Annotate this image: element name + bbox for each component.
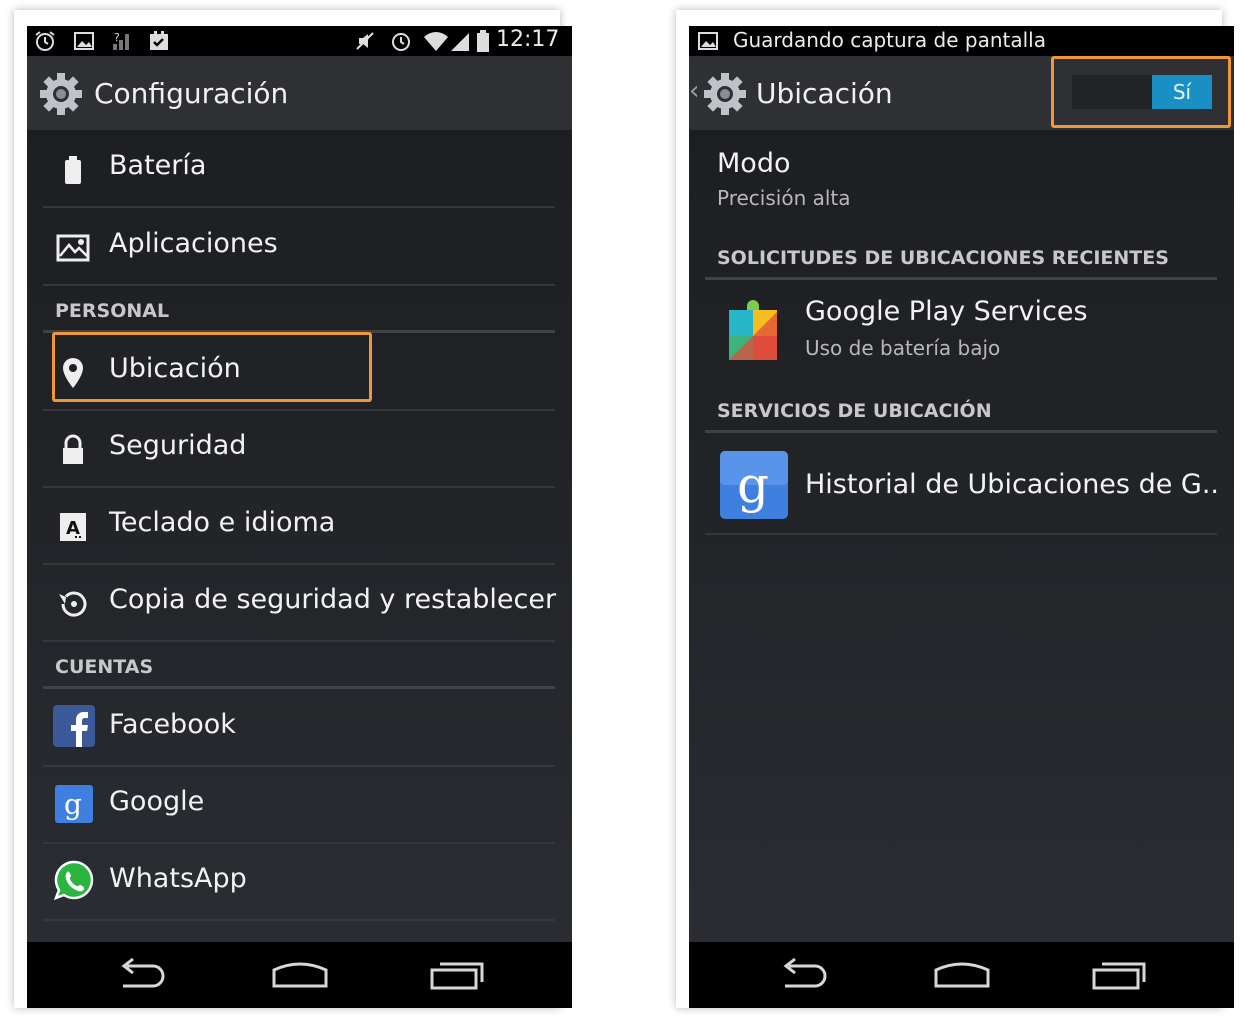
alarm-icon-2 — [392, 33, 410, 51]
no-signal-icon: ? — [113, 31, 129, 50]
recent-request-play-services[interactable]: Google Play Services Uso de batería bajo — [705, 280, 1217, 380]
home-icon[interactable] — [270, 956, 330, 992]
svg-text:g: g — [737, 456, 769, 514]
svg-text:?: ? — [114, 31, 120, 44]
screenshot-image-icon — [698, 32, 718, 50]
settings-item-label: Facebook — [109, 709, 236, 740]
battery-icon — [477, 30, 489, 52]
highlight-box-toggle — [1051, 56, 1231, 128]
facebook-icon — [53, 705, 95, 747]
task-check-icon — [150, 31, 168, 50]
battery-icon — [65, 156, 81, 184]
apps-icon — [56, 234, 90, 262]
wifi-icon — [424, 32, 448, 51]
page-title: Ubicación — [756, 77, 893, 110]
back-caret-icon[interactable]: ‹ — [689, 76, 699, 106]
page-title: Configuración — [94, 77, 289, 110]
settings-item-label: Batería — [109, 150, 207, 181]
settings-item-label: Teclado e idioma — [109, 507, 336, 538]
status-bar: Guardando captura de pantalla — [689, 26, 1234, 56]
back-icon[interactable] — [775, 956, 835, 992]
settings-item-label: Google — [109, 786, 205, 817]
section-header-label: PERSONAL — [55, 300, 170, 322]
svg-text:g: g — [64, 788, 82, 821]
recent-apps-icon[interactable] — [428, 956, 488, 992]
backup-restore-icon — [59, 591, 87, 617]
settings-item-apps[interactable]: Aplicaciones — [43, 208, 555, 286]
phone-frame-right: Guardando captura de pantalla ‹ Ubicació… — [676, 10, 1234, 1008]
gear-icon[interactable] — [703, 72, 747, 116]
service-location-history[interactable]: g Historial de Ubicaciones de G.. — [705, 433, 1219, 535]
settings-item-label: Seguridad — [109, 430, 247, 461]
section-header-label: CUENTAS — [55, 656, 154, 678]
mute-icon — [356, 32, 374, 50]
google-icon: g — [55, 785, 93, 823]
location-screen: Guardando captura de pantalla ‹ Ubicació… — [689, 26, 1234, 1008]
alarm-icon — [35, 31, 55, 51]
settings-item-label: Copia de seguridad y restablecer — [109, 584, 557, 615]
lock-icon — [63, 434, 83, 464]
navigation-bar — [27, 942, 572, 1008]
section-header-services: SERVICIOS DE UBICACIÓN — [705, 386, 1217, 433]
mode-setting[interactable]: Modo Precisión alta — [705, 138, 1217, 222]
status-bar: ? 12:17 — [27, 26, 572, 56]
cell-signal-icon — [451, 33, 469, 51]
settings-item-battery[interactable]: Batería — [43, 130, 555, 208]
status-time: 12:17 — [496, 27, 560, 52]
home-icon[interactable] — [932, 956, 992, 992]
keyboard-language-icon: A — [60, 513, 86, 541]
highlight-box-location — [52, 332, 372, 402]
settings-item-label: WhatsApp — [109, 863, 247, 894]
settings-screen: ? 12:17 Configuración Batería Aplicacion… — [27, 26, 572, 1008]
back-icon[interactable] — [113, 956, 173, 992]
section-header-label: SERVICIOS DE UBICACIÓN — [717, 400, 992, 422]
settings-item-label: Aplicaciones — [109, 228, 278, 259]
section-header-label: SOLICITUDES DE UBICACIONES RECIENTES — [717, 247, 1169, 269]
image-icon — [74, 32, 94, 50]
service-name: Historial de Ubicaciones de G.. — [805, 469, 1219, 500]
app-battery-usage: Uso de batería bajo — [805, 336, 1001, 360]
notification-text: Guardando captura de pantalla — [733, 28, 1046, 52]
action-bar: Configuración — [27, 56, 572, 130]
settings-item-keyboard[interactable]: A Teclado e idioma — [43, 487, 555, 565]
settings-item-backup[interactable]: Copia de seguridad y restablecer — [43, 564, 557, 642]
section-header-recent: SOLICITUDES DE UBICACIONES RECIENTES — [705, 233, 1217, 280]
mode-title: Modo — [717, 148, 791, 179]
settings-item-security[interactable]: Seguridad — [43, 410, 555, 488]
gear-icon[interactable] — [39, 72, 83, 116]
whatsapp-icon — [53, 860, 94, 901]
mode-value: Precisión alta — [717, 186, 851, 210]
app-name: Google Play Services — [805, 296, 1088, 327]
phone-frame-left: ? 12:17 Configuración Batería Aplicacion… — [14, 10, 572, 1008]
section-header-personal: PERSONAL — [43, 286, 555, 333]
recent-apps-icon[interactable] — [1090, 956, 1150, 992]
google-play-services-icon — [729, 300, 777, 360]
section-header-accounts: CUENTAS — [43, 642, 555, 689]
google-icon: g — [720, 451, 788, 519]
account-item-facebook[interactable]: Facebook — [43, 689, 555, 767]
account-item-whatsapp[interactable]: WhatsApp — [43, 843, 555, 921]
svg-text:A: A — [66, 518, 80, 539]
navigation-bar — [689, 942, 1234, 1008]
account-item-google[interactable]: g Google — [43, 766, 555, 844]
